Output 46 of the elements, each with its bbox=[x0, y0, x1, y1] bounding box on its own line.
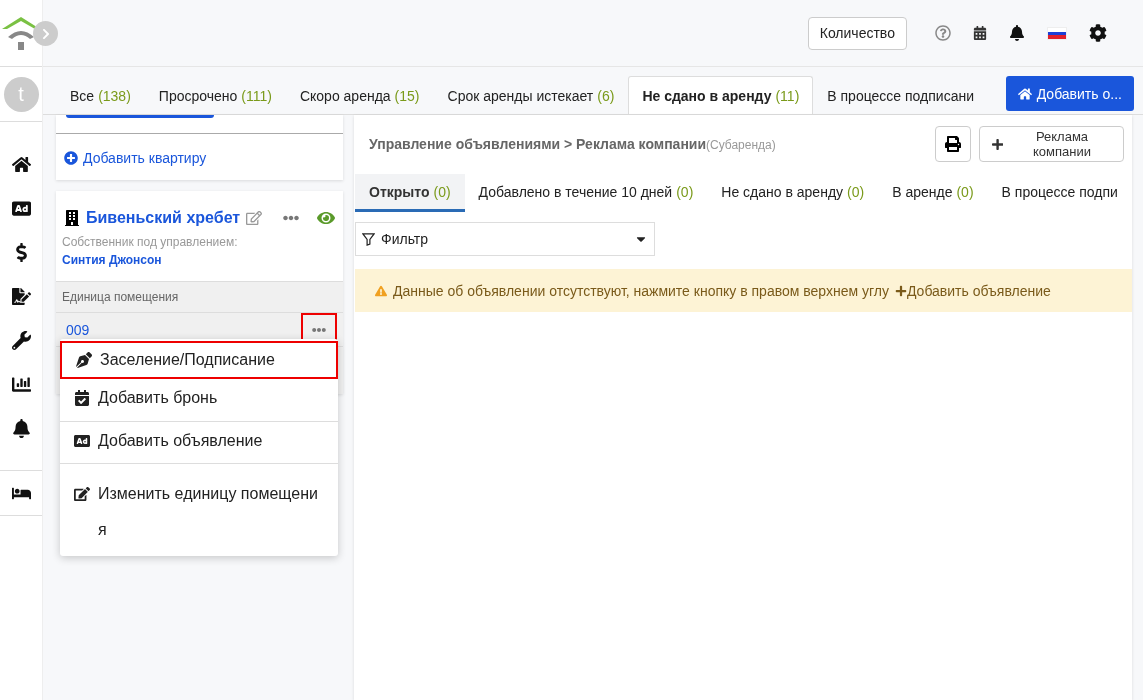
property-name[interactable]: Бивеньский хребет bbox=[86, 209, 241, 227]
menu-item[interactable]: Добавить объявление bbox=[60, 421, 338, 459]
calendar-icon[interactable] bbox=[972, 26, 987, 40]
owner-link[interactable]: Синтия Джонсон bbox=[62, 253, 162, 267]
empty-alert: Данные об объявлении отсутствуют, нажмите кнопку в правом верхнем углу Добавить объявление bbox=[355, 269, 1132, 312]
tab[interactable]: В процессе подписани bbox=[813, 76, 988, 114]
plus-icon bbox=[894, 284, 907, 297]
tab[interactable]: В процессе подпи bbox=[987, 174, 1132, 212]
breadcrumb: Управление объявлениями > Реклама компании(Субаренда) bbox=[369, 136, 777, 152]
tab[interactable]: Открыто (0) bbox=[355, 174, 465, 212]
edit-icon bbox=[74, 486, 90, 502]
print-button[interactable] bbox=[934, 126, 971, 162]
help-icon[interactable] bbox=[934, 25, 951, 41]
settings-icon[interactable] bbox=[1088, 24, 1107, 42]
tab[interactable]: Не сдано в аренду (11) bbox=[628, 76, 814, 114]
tab[interactable]: Не сдано в аренду (0) bbox=[707, 174, 879, 212]
unit-link[interactable]: 009 bbox=[66, 321, 90, 338]
add-ad-link[interactable]: Добавить объявление bbox=[894, 282, 1051, 299]
edit-icon[interactable] bbox=[246, 210, 263, 226]
plus-icon bbox=[991, 137, 1004, 151]
tab[interactable]: Просрочено (111) bbox=[144, 76, 286, 114]
tab[interactable]: В аренде (0) bbox=[878, 174, 988, 212]
count-button[interactable]: Количество bbox=[807, 16, 907, 50]
ad-icon bbox=[74, 432, 90, 449]
building-icon bbox=[64, 210, 80, 226]
add-button[interactable]: Добавить о... bbox=[1005, 76, 1134, 111]
menu-item[interactable]: Добавить бронь bbox=[60, 379, 338, 417]
calendar-check-icon bbox=[74, 390, 90, 406]
flag-icon[interactable] bbox=[1046, 26, 1067, 40]
pen-icon bbox=[76, 352, 92, 368]
tab[interactable]: Все (138) bbox=[56, 76, 145, 114]
menu-item[interactable]: Заселение/Подписание bbox=[60, 341, 338, 379]
filter-icon bbox=[362, 232, 375, 246]
print-icon bbox=[944, 136, 961, 152]
add-company-ad-button[interactable]: Реклама компании bbox=[978, 126, 1124, 162]
tab[interactable]: Добавлено в течение 10 дней (0) bbox=[464, 174, 708, 212]
filter-dropdown[interactable]: Фильтр bbox=[355, 222, 655, 256]
eye-icon[interactable] bbox=[317, 209, 335, 227]
bell-icon[interactable] bbox=[1008, 25, 1025, 41]
owner-text: Собственник под управлением: Синтия Джонсон bbox=[61, 234, 239, 269]
tab[interactable]: Скоро аренда (15) bbox=[285, 76, 434, 114]
column-header: Единица помещения bbox=[56, 281, 343, 312]
tab[interactable]: Срок аренды истекает (6) bbox=[433, 76, 629, 114]
home-icon bbox=[1017, 86, 1032, 101]
menu-item[interactable]: Изменить единицу помещения bbox=[60, 463, 338, 548]
warning-icon bbox=[375, 284, 387, 297]
